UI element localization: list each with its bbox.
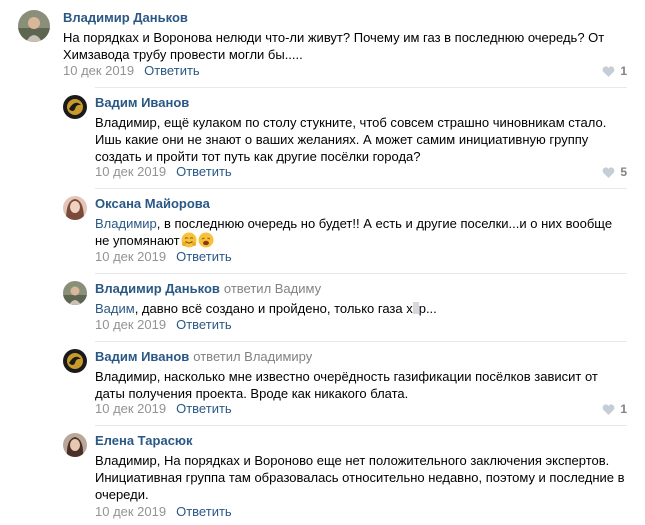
heart-icon [602,404,615,415]
mention-link[interactable]: Вадим [95,301,135,316]
replied-to[interactable]: ответил Вадиму [224,281,321,296]
reply-button[interactable]: Ответить [176,504,232,519]
user-photo-icon [63,196,87,220]
comment-text: Владимир, ещё кулаком по столу стукните,… [95,115,607,164]
author-name[interactable]: Елена Тарасюк [95,433,193,448]
avatar[interactable] [63,349,87,373]
comment-date[interactable]: 10 дек 2019 [95,504,166,519]
avatar[interactable] [18,10,50,42]
reply-button[interactable]: Ответить [144,63,200,78]
divider [95,273,627,274]
comment-date[interactable]: 10 дек 2019 [95,249,166,264]
divider [95,87,627,88]
author-name[interactable]: Владимир Даньков [95,281,220,296]
comment-text: На порядках и Воронова нелюди что-ли жив… [63,30,605,62]
author-name[interactable]: Вадим Иванов [95,95,189,110]
divider [95,188,627,189]
like-count: 1 [620,64,627,78]
user-photo-icon [18,10,50,42]
comment-text: Владимир, На порядках и Вороново еще нет… [95,453,625,502]
weary-face-icon [198,232,214,248]
mortal-kombat-logo-icon [63,349,87,373]
reply-button[interactable]: Ответить [176,164,232,179]
like-button[interactable]: 1 [602,63,627,79]
comment-date[interactable]: 10 дек 2019 [95,164,166,179]
comment-date[interactable]: 10 дек 2019 [95,401,166,416]
comment-text: Вадим, давно всё создано и пройдено, тол… [95,300,629,317]
reply-button[interactable]: Ответить [176,249,232,264]
heart-icon [602,66,615,77]
comment-date[interactable]: 10 дек 2019 [63,63,134,78]
comment-text: Владимир, в последнюю очередь но будет!!… [95,215,629,249]
avatar[interactable] [63,95,87,119]
like-button[interactable]: 1 [602,401,627,417]
author-name[interactable]: Владимир Даньков [63,10,188,25]
heart-icon [602,167,615,178]
mortal-kombat-logo-icon [63,95,87,119]
comment-date[interactable]: 10 дек 2019 [95,317,166,332]
hugging-face-icon [181,232,197,248]
avatar[interactable] [63,281,87,305]
reply-button[interactable]: Ответить [176,317,232,332]
comment-text-body: , в последнюю очередь но будет!! А есть … [95,216,613,248]
reply-button[interactable]: Ответить [176,401,232,416]
divider [95,425,627,426]
like-button[interactable]: 5 [602,164,627,180]
author-name[interactable]: Вадим Иванов [95,349,189,364]
comment-text-body: , давно всё создано и пройдено, только г… [134,301,413,316]
user-photo-icon [63,281,87,305]
like-count: 5 [620,165,627,179]
like-count: 1 [620,402,627,416]
mention-link[interactable]: Владимир [95,216,157,231]
author-name[interactable]: Оксана Майорова [95,196,210,211]
comment-text-tail: р... [418,301,437,316]
replied-to[interactable]: ответил Владимиру [193,349,312,364]
avatar[interactable] [63,196,87,220]
user-photo-icon [63,433,87,457]
divider [95,341,627,342]
avatar[interactable] [63,433,87,457]
comment-text: Владимир, насколько мне известно очерёдн… [95,369,598,401]
